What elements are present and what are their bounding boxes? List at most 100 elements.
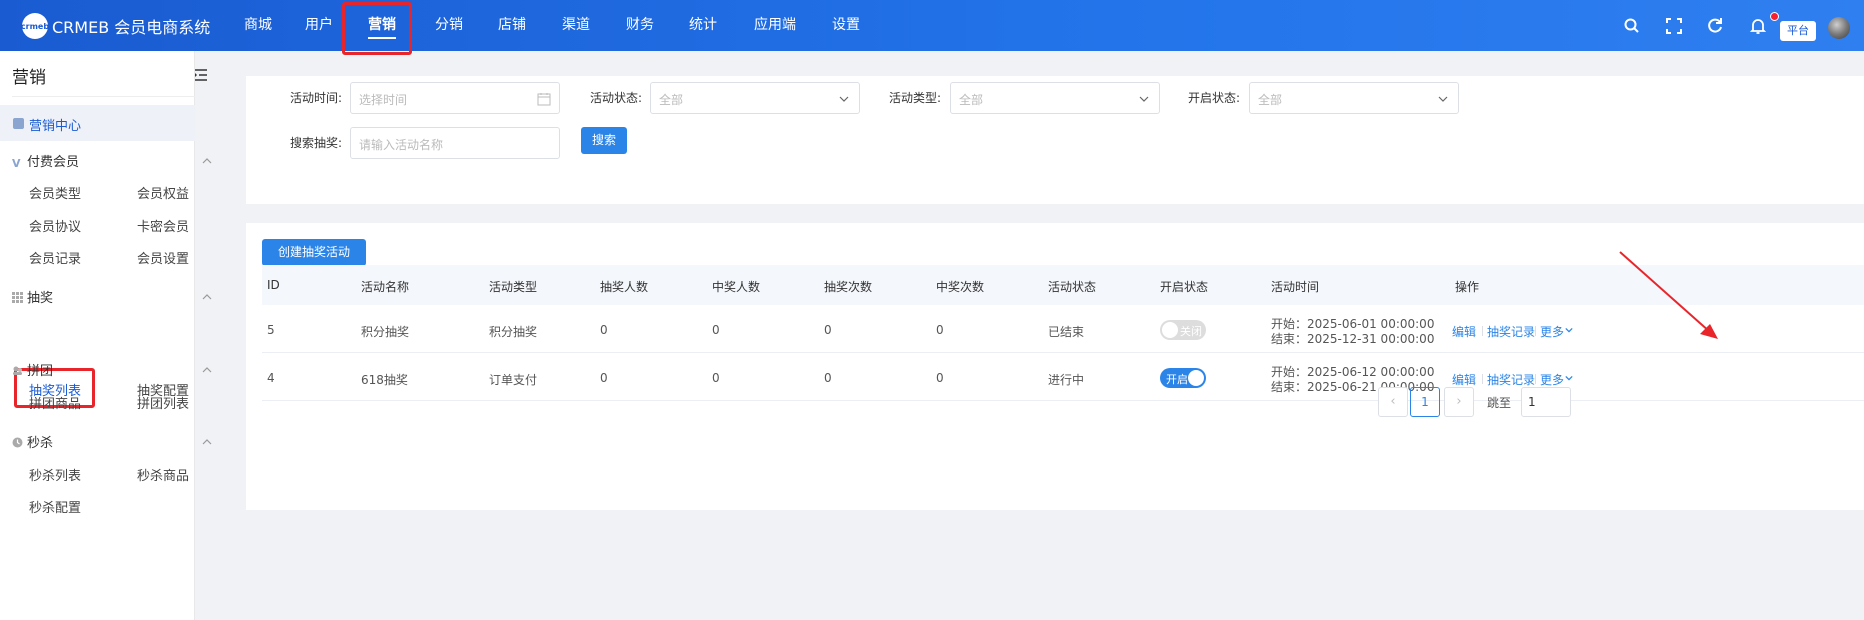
col-status: 活动状态 xyxy=(1048,280,1097,294)
type-label: 活动类型: xyxy=(889,91,942,105)
collapse-menu-icon[interactable] xyxy=(193,67,209,83)
sidebar-title: 营销 xyxy=(12,68,46,88)
sidebar-item-group-products[interactable]: 拼团商品 xyxy=(29,393,81,412)
clock-icon xyxy=(12,437,23,448)
status-value: 全部 xyxy=(659,93,684,107)
sidebar-group-paid-member[interactable]: V 付费会员 xyxy=(12,151,79,170)
type-value: 全部 xyxy=(959,93,984,107)
jump-label: 跳至 xyxy=(1487,396,1512,410)
notification-badge xyxy=(1770,12,1779,21)
calendar-icon xyxy=(537,93,551,106)
chevron-up-icon[interactable] xyxy=(202,156,212,166)
bell-icon[interactable] xyxy=(1749,17,1767,35)
search-button[interactable]: 搜索 xyxy=(581,127,627,154)
lottery-records-link[interactable]: 抽奖记录 xyxy=(1487,371,1535,388)
chevron-down-icon xyxy=(839,96,849,102)
switch-label: 开启 xyxy=(1166,373,1188,386)
sidebar-item-member-settings[interactable]: 会员设置 xyxy=(137,248,189,267)
top-header: crmeb CRMEB 会员电商系统 商城 用户 营销 分销 店铺 渠道 财务 … xyxy=(0,0,1864,55)
chevron-up-icon[interactable] xyxy=(202,437,212,447)
chevron-down-icon xyxy=(1438,96,1448,102)
sidebar-item-member-rights[interactable]: 会员权益 xyxy=(137,183,189,202)
nav-channel[interactable]: 渠道 xyxy=(561,0,591,51)
time-picker[interactable]: 选择时间 xyxy=(350,82,560,114)
sidebar-item-group-list[interactable]: 拼团列表 xyxy=(137,393,189,412)
cell-win-users: 0 xyxy=(712,371,720,385)
action-separator xyxy=(1482,326,1483,336)
cell-status: 已结束 xyxy=(1048,325,1085,339)
search-placeholder: 请输入活动名称 xyxy=(359,138,444,152)
switch-knob xyxy=(1188,370,1204,386)
sidebar-divider xyxy=(12,96,195,97)
logo-text: CRMEB 会员电商系统 xyxy=(52,18,211,37)
open-switch[interactable]: 开启 xyxy=(1160,368,1206,388)
sidebar-group-flash-sale[interactable]: 秒杀 xyxy=(12,432,53,451)
cell-name: 618抽奖 xyxy=(361,373,408,387)
document-icon xyxy=(13,118,24,129)
time-label: 活动时间: xyxy=(290,91,343,105)
cell-draw-times: 0 xyxy=(824,371,832,385)
type-select[interactable]: 全部 xyxy=(950,82,1160,114)
sidebar-item-member-type[interactable]: 会员类型 xyxy=(29,183,81,202)
avatar[interactable] xyxy=(1828,17,1850,39)
nav-settings[interactable]: 设置 xyxy=(831,0,861,51)
nav-store[interactable]: 店铺 xyxy=(497,0,527,51)
time-placeholder: 选择时间 xyxy=(359,93,408,107)
search-input[interactable]: 请输入活动名称 xyxy=(350,127,560,159)
nav-finance[interactable]: 财务 xyxy=(625,0,655,51)
jump-page-input[interactable]: 1 xyxy=(1521,387,1571,417)
chevron-down-icon xyxy=(1139,96,1149,102)
sidebar-group-lottery[interactable]: 抽奖 xyxy=(12,287,53,306)
sidebar-item-card-member[interactable]: 卡密会员 xyxy=(137,216,189,235)
col-win-times: 中奖次数 xyxy=(936,280,985,294)
group-icon xyxy=(13,366,22,375)
sidebar-item-flash-list[interactable]: 秒杀列表 xyxy=(29,465,81,484)
fullscreen-icon[interactable] xyxy=(1665,17,1683,35)
logo[interactable]: crmeb CRMEB 会员电商系统 xyxy=(21,12,211,40)
open-status-select[interactable]: 全部 xyxy=(1249,82,1459,114)
edit-link[interactable]: 编辑 xyxy=(1452,323,1476,340)
platform-tag[interactable]: 平台 xyxy=(1780,21,1816,41)
action-separator xyxy=(1535,326,1536,336)
more-link[interactable]: 更多 xyxy=(1540,371,1564,388)
vip-icon: V xyxy=(12,157,21,170)
chevron-up-icon[interactable] xyxy=(202,292,212,302)
nav-distribution[interactable]: 分销 xyxy=(434,0,464,51)
jump-value: 1 xyxy=(1528,395,1536,409)
edit-link[interactable]: 编辑 xyxy=(1452,371,1476,388)
annotation-arrow xyxy=(1619,251,1718,339)
nav-user[interactable]: 用户 xyxy=(304,0,334,51)
status-label: 活动状态: xyxy=(590,91,643,105)
nav-app[interactable]: 应用端 xyxy=(752,0,798,51)
nav-highlight-box xyxy=(342,2,412,55)
col-win-users: 中奖人数 xyxy=(712,280,761,294)
sidebar-item-flash-products[interactable]: 秒杀商品 xyxy=(137,465,189,484)
chevron-up-icon[interactable] xyxy=(202,365,212,375)
cell-draw-times: 0 xyxy=(824,323,832,337)
nav-stats[interactable]: 统计 xyxy=(688,0,718,51)
sidebar-item-member-records[interactable]: 会员记录 xyxy=(29,248,81,267)
sidebar-item-member-agreement[interactable]: 会员协议 xyxy=(29,216,81,235)
nav-mall[interactable]: 商城 xyxy=(240,0,276,51)
cell-type: 积分抽奖 xyxy=(489,325,538,339)
cell-draw-users: 0 xyxy=(600,371,608,385)
more-link[interactable]: 更多 xyxy=(1540,323,1564,340)
sidebar-group-label: 拼团 xyxy=(27,364,54,379)
col-type: 活动类型 xyxy=(489,280,538,294)
sidebar-group-group-buy[interactable]: 拼团 xyxy=(12,360,53,379)
status-select[interactable]: 全部 xyxy=(650,82,860,114)
page-number[interactable]: 1 xyxy=(1410,387,1440,417)
cell-name: 积分抽奖 xyxy=(361,325,410,339)
search-icon[interactable] xyxy=(1623,17,1641,35)
next-page-button[interactable]: › xyxy=(1444,387,1474,417)
sidebar-item-label: 营销中心 xyxy=(29,119,82,134)
sidebar-item-flash-config[interactable]: 秒杀配置 xyxy=(29,497,81,516)
sidebar-group-label: 付费会员 xyxy=(27,155,80,170)
lottery-records-link[interactable]: 抽奖记录 xyxy=(1487,323,1535,340)
create-lottery-button[interactable]: 创建抽奖活动 xyxy=(262,239,366,266)
open-switch[interactable]: 关闭 xyxy=(1160,320,1206,340)
prev-page-button[interactable]: ‹ xyxy=(1378,387,1408,417)
refresh-icon[interactable] xyxy=(1706,17,1724,35)
logo-mark: crmeb xyxy=(21,13,49,39)
sidebar-item-marketing-center[interactable]: 营销中心 xyxy=(0,105,195,141)
